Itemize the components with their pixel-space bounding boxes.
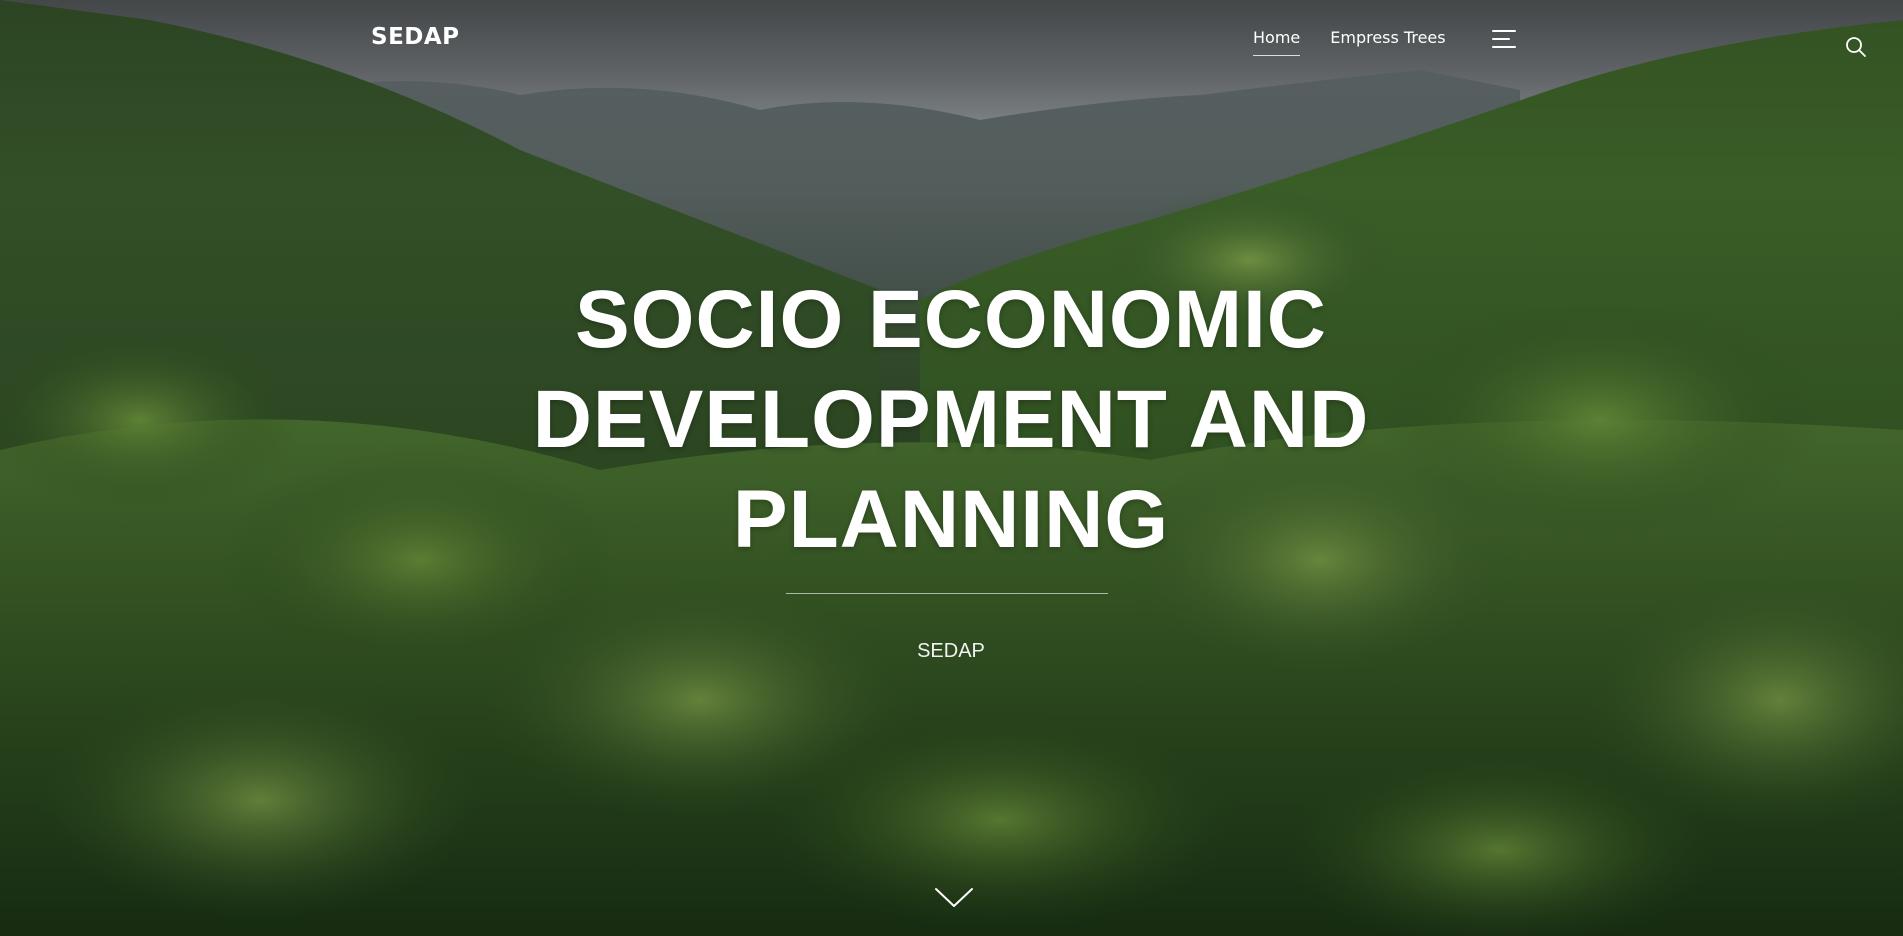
nav-link-empress-trees[interactable]: Empress Trees [1330,28,1445,55]
main-navigation: Home Empress Trees [1253,28,1446,56]
site-logo[interactable]: SEDAP [371,24,460,50]
search-icon[interactable] [1845,36,1867,58]
hamburger-menu-icon[interactable] [1492,30,1516,48]
chevron-down-icon[interactable] [933,886,975,910]
hero-divider [786,593,1108,594]
hero-title: SOCIO ECONOMIC DEVELOPMENT AND PLANNING [532,274,1370,565]
hero-section: SEDAP Home Empress Trees SOCIO ECONOMIC … [0,0,1903,936]
site-header: SEDAP Home Empress Trees [0,0,1903,80]
hero-subtitle: SEDAP [917,640,985,662]
nav-link-home[interactable]: Home [1253,28,1301,56]
